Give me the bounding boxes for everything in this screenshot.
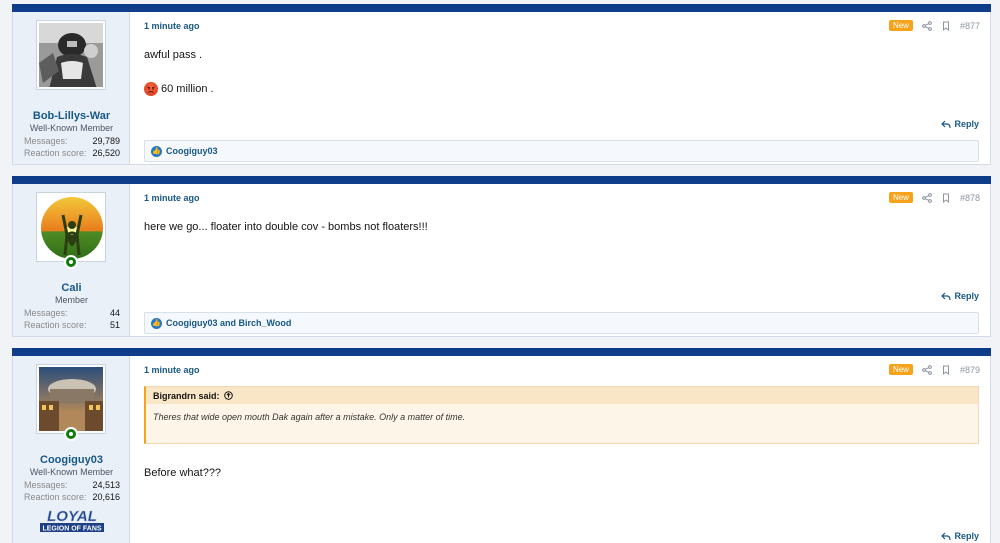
- share-icon[interactable]: [922, 364, 932, 375]
- post-878: Cali Member Messages: 44 Reaction score:…: [12, 176, 991, 337]
- reactions-users[interactable]: Coogiguy03 and Birch_Wood: [166, 318, 291, 328]
- post-date[interactable]: 1 minute ago: [144, 193, 200, 203]
- reply-button[interactable]: Reply: [941, 291, 979, 301]
- post-actions: New #878: [888, 192, 980, 203]
- post-main: 1 minute ago New #878 here we go... floa…: [131, 184, 990, 336]
- post-text-line: 60 million .: [144, 82, 214, 96]
- quote-header[interactable]: Bigrandrn said:: [146, 387, 978, 404]
- post-number[interactable]: #877: [960, 21, 980, 31]
- stat-messages: Messages: 24,513: [24, 480, 120, 490]
- post-date[interactable]: 1 minute ago: [144, 21, 200, 31]
- post-879: Coogiguy03 Well-Known Member Messages: 2…: [12, 348, 991, 543]
- post-number[interactable]: #879: [960, 365, 980, 375]
- svg-text:LEGION OF FANS: LEGION OF FANS: [42, 526, 101, 533]
- stat-messages: Messages: 29,789: [24, 136, 120, 146]
- expand-quote-icon: [223, 391, 233, 400]
- username[interactable]: Cali: [13, 282, 130, 294]
- avatar[interactable]: [36, 364, 106, 434]
- stat-label: Reaction score:: [24, 148, 87, 158]
- post-text: awful pass .: [144, 49, 203, 61]
- reply-button[interactable]: Reply: [941, 119, 979, 129]
- post-main: 1 minute ago New #877 awful pass . 60 mi…: [131, 12, 990, 164]
- stat-reaction-score: Reaction score: 20,616: [24, 492, 120, 502]
- quote-block: Bigrandrn said: Theres that wide open mo…: [144, 386, 979, 444]
- reactions-bar[interactable]: 👍 Coogiguy03: [144, 140, 979, 162]
- stat-label: Reaction score:: [24, 492, 87, 502]
- user-title: Well-Known Member: [29, 467, 114, 477]
- reactions-users[interactable]: Coogiguy03: [166, 146, 218, 156]
- like-icon: 👍: [151, 317, 162, 329]
- share-icon[interactable]: [922, 20, 932, 31]
- post-date[interactable]: 1 minute ago: [144, 365, 200, 375]
- online-status-icon: [64, 255, 78, 269]
- reply-icon: [941, 120, 952, 128]
- user-cell: Bob-Lillys-War Well-Known Member Message…: [13, 12, 130, 164]
- username[interactable]: Coogiguy03: [13, 454, 130, 466]
- post-main: 1 minute ago New #879 Bigrandrn said: Th…: [131, 356, 990, 543]
- post-877: Bob-Lillys-War Well-Known Member Message…: [12, 4, 991, 165]
- post-text: Before what???: [144, 467, 222, 479]
- bookmark-icon[interactable]: [941, 21, 951, 31]
- new-badge: New: [888, 364, 913, 375]
- bookmark-icon[interactable]: [941, 365, 951, 375]
- stat-value: 26,520: [92, 148, 120, 158]
- stat-value: 29,789: [92, 136, 120, 146]
- stat-value: 20,616: [92, 492, 120, 502]
- new-badge: New: [888, 192, 913, 203]
- stat-label: Reaction score:: [24, 320, 87, 330]
- loyal-legion-of-fans-banner: LOYAL LEGION OF FANS: [34, 506, 110, 534]
- bookmark-icon[interactable]: [941, 193, 951, 203]
- stat-label: Messages:: [24, 480, 68, 490]
- post-text: 60 million .: [161, 83, 214, 95]
- post-actions: New #877: [888, 20, 980, 31]
- like-icon: 👍: [151, 145, 162, 157]
- post-actions: New #879: [888, 364, 980, 375]
- reply-button[interactable]: Reply: [941, 531, 979, 541]
- reactions-bar[interactable]: 👍 Coogiguy03 and Birch_Wood: [144, 312, 979, 334]
- user-cell: Coogiguy03 Well-Known Member Messages: 2…: [13, 356, 130, 543]
- stat-value: 51: [109, 320, 120, 330]
- username[interactable]: Bob-Lillys-War: [13, 110, 130, 122]
- svg-text:LOYAL: LOYAL: [47, 508, 97, 525]
- user-title: Well-Known Member: [29, 123, 114, 133]
- stat-label: Messages:: [24, 308, 68, 318]
- quote-author: Bigrandrn said:: [153, 390, 220, 401]
- stat-reaction-score: Reaction score: 51: [24, 320, 120, 330]
- reply-icon: [941, 532, 952, 540]
- stat-reaction-score: Reaction score: 26,520: [24, 148, 120, 158]
- stat-label: Messages:: [24, 136, 68, 146]
- avatar[interactable]: [36, 20, 106, 90]
- new-badge: New: [888, 20, 913, 31]
- stat-value: 44: [109, 308, 120, 318]
- avatar[interactable]: [36, 192, 106, 262]
- reply-icon: [941, 292, 952, 300]
- stat-value: 24,513: [92, 480, 120, 490]
- quote-text: Theres that wide open mouth Dak again af…: [153, 412, 466, 422]
- post-number[interactable]: #878: [960, 193, 980, 203]
- stat-messages: Messages: 44: [24, 308, 120, 318]
- post-text: here we go... floater into double cov - …: [144, 221, 428, 233]
- online-status-icon: [64, 427, 78, 441]
- user-title: Member: [54, 295, 88, 305]
- angry-emoji-icon: [144, 82, 158, 96]
- share-icon[interactable]: [922, 192, 932, 203]
- user-cell: Cali Member Messages: 44 Reaction score:…: [13, 184, 130, 336]
